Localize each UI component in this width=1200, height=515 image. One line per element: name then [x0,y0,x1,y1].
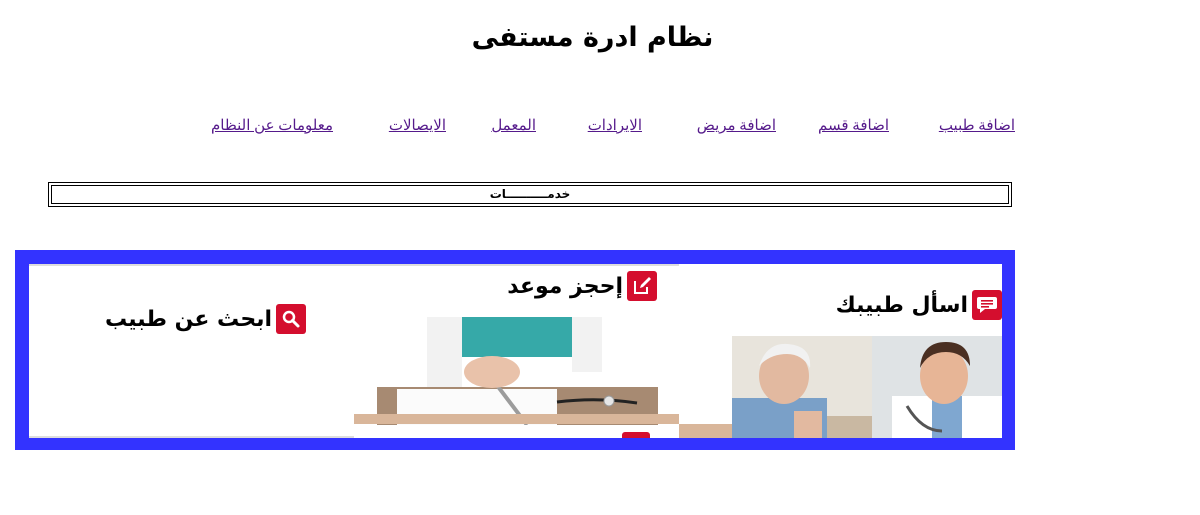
book-appointment-label: إحجز موعد [507,273,623,299]
nav-add-department[interactable]: اضافة قسم [818,116,889,135]
nav-revenue[interactable]: الايرادات [588,116,642,135]
find-doctor-heading[interactable]: ابحث عن طبيب [105,304,306,334]
services-bar-label: خدمــــــــــات [51,185,1009,204]
service-ask-doctor[interactable]: اسأل طبيبك [679,264,1002,438]
services-panel-inner: اسأل طبيبك إحجز موعد ابحث عن طبيب [29,264,1002,438]
nav-receipts[interactable]: الايصالات [389,116,446,135]
page-title: نظام ادرة مستفى [471,22,714,53]
edit-icon [627,271,657,301]
find-doctor-label: ابحث عن طبيب [104,306,272,332]
search-icon [276,304,306,334]
writing-prescription-photo [377,317,658,425]
nav-about-system[interactable]: معلومات عن النظام [211,116,333,135]
book-appointment-heading[interactable]: إحجز موعد [507,271,657,301]
doctor-patient-photo [732,336,1002,438]
services-bar: خدمــــــــــات [48,182,1012,207]
nav-add-doctor[interactable]: اضافة طبيب [939,116,1015,135]
nav-lab[interactable]: المعمل [491,116,536,135]
services-panel: اسأل طبيبك إحجز موعد ابحث عن طبيب [15,250,1015,450]
ask-doctor-label: اسأل طبيبك [835,292,968,318]
chat-icon [972,290,1002,320]
service-book-appointment[interactable]: إحجز موعد [354,264,679,438]
service-find-doctor[interactable]: ابحث عن طبيب [29,264,354,438]
nav-add-patient[interactable]: اضافة مريض [697,116,776,135]
ask-doctor-heading[interactable]: اسأل طبيبك [836,290,1002,320]
